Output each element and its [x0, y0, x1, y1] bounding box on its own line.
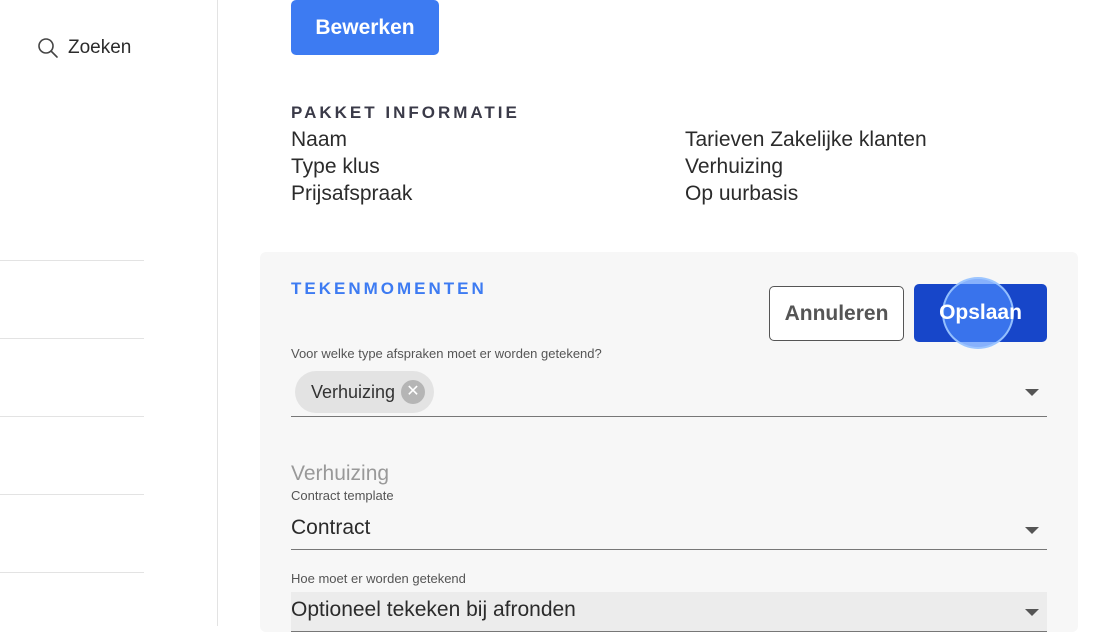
sign-method-value: Optioneel tekeken bij afronden [291, 598, 576, 621]
info-row: Type klus Verhuizing [291, 155, 991, 183]
cancel-button[interactable]: Annuleren [769, 286, 904, 341]
sidebar-divider [0, 572, 144, 573]
selected-chip: Verhuizing ✕ [295, 371, 434, 413]
sign-method-label: Hoe moet er worden getekend [291, 571, 466, 586]
main-content: Bewerken PAKKET INFORMATIE Naam Tarieven… [218, 0, 1120, 626]
search-icon [36, 36, 60, 60]
tekenmomenten-panel: TEKENMOMENTEN Annuleren Opslaan Voor wel… [260, 252, 1078, 632]
search-label: Zoeken [68, 37, 131, 59]
save-button[interactable]: Opslaan [914, 284, 1047, 342]
info-label: Prijsafspraak [291, 182, 412, 206]
contract-template-label: Contract template [291, 488, 394, 503]
chip-label: Verhuizing [311, 382, 395, 403]
contract-template-select[interactable]: Contract [291, 510, 1047, 550]
sidebar-divider [0, 260, 144, 261]
contract-template-value: Contract [291, 516, 370, 539]
sidebar-divider [0, 494, 144, 495]
sign-method-select[interactable]: Optioneel tekeken bij afronden [291, 592, 1047, 632]
appointment-type-label: Voor welke type afspraken moet er worden… [291, 346, 602, 361]
info-label: Naam [291, 128, 347, 152]
sidebar-divider [0, 416, 144, 417]
info-value: Tarieven Zakelijke klanten [685, 128, 927, 152]
pakket-info-title: PAKKET INFORMATIE [291, 103, 520, 123]
chip-remove-icon[interactable]: ✕ [401, 380, 425, 404]
search-button[interactable]: Zoeken [36, 36, 131, 60]
info-value: Verhuizing [685, 155, 783, 179]
info-row: Naam Tarieven Zakelijke klanten [291, 128, 991, 156]
edit-button[interactable]: Bewerken [291, 0, 439, 55]
chevron-down-icon[interactable] [1025, 609, 1039, 616]
info-value: Op uurbasis [685, 182, 798, 206]
group-heading: Verhuizing [291, 462, 389, 486]
tekenmomenten-title: TEKENMOMENTEN [291, 279, 487, 299]
appointment-type-select[interactable]: Verhuizing ✕ [291, 365, 1047, 417]
chevron-down-icon[interactable] [1025, 389, 1039, 396]
sidebar-divider [0, 338, 144, 339]
save-button-label: Opslaan [939, 301, 1022, 324]
info-row: Prijsafspraak Op uurbasis [291, 182, 991, 210]
info-label: Type klus [291, 155, 380, 179]
sidebar: Zoeken [0, 0, 218, 626]
chevron-down-icon[interactable] [1025, 527, 1039, 534]
